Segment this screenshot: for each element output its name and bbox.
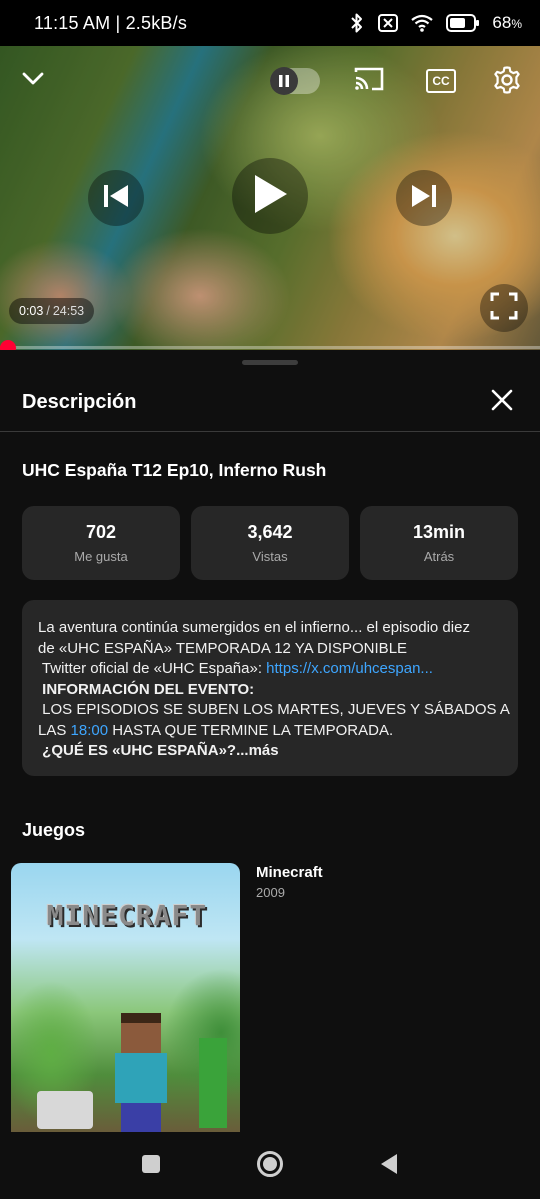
previous-button[interactable] xyxy=(88,170,144,226)
duration: 24:53 xyxy=(52,304,85,318)
wolf-figure xyxy=(37,1091,93,1129)
back-triangle-icon xyxy=(379,1153,399,1180)
play-button[interactable] xyxy=(232,158,308,234)
creeper-figure xyxy=(199,1038,227,1128)
game-year: 2009 xyxy=(256,885,285,900)
progress-bar[interactable] xyxy=(0,346,540,349)
next-icon xyxy=(411,184,437,213)
cast-icon xyxy=(353,66,385,97)
upload-age-value: 13min xyxy=(412,522,466,542)
steve-figure xyxy=(111,1013,171,1135)
bluetooth-icon xyxy=(348,12,366,34)
description-line: Twitter oficial de «UHC España»: https:/… xyxy=(38,660,433,677)
previous-icon xyxy=(103,184,129,213)
next-button[interactable] xyxy=(396,170,452,226)
games-heading: Juegos xyxy=(22,820,86,840)
description-box[interactable]: La aventura continúa sumergidos en el in… xyxy=(22,600,518,776)
time-link[interactable]: 18:00 xyxy=(71,722,109,739)
autoplay-toggle[interactable] xyxy=(270,67,320,95)
stats-row: 702 Me gusta 3,642 Vistas 13min Atrás xyxy=(22,506,518,580)
system-nav-bar xyxy=(0,1132,540,1199)
captions-button[interactable]: CC xyxy=(424,66,458,96)
back-button[interactable] xyxy=(373,1150,405,1182)
sheet-title: Descripción xyxy=(22,391,137,413)
views-value: 3,642 xyxy=(247,522,293,542)
chevron-down-icon xyxy=(22,72,44,91)
description-line: LAS 18:00 HASTA QUE TERMINE LA TEMPORADA… xyxy=(38,721,394,739)
description-sheet: Descripción UHC España T12 Ep10, Inferno… xyxy=(0,350,540,1135)
recents-square-icon xyxy=(141,1154,161,1179)
status-time: 11:15 AM | 2.5kB/s xyxy=(34,12,188,33)
playback-time: 0:03 / 24:53 xyxy=(9,298,95,324)
pause-icon xyxy=(270,67,298,95)
game-thumbnail[interactable]: MINECRAFT xyxy=(11,863,240,1135)
likes-stat: 702 Me gusta xyxy=(22,506,180,580)
settings-button[interactable] xyxy=(489,64,525,100)
likes-value: 702 xyxy=(85,522,117,542)
minecraft-logo: MINECRAFT xyxy=(46,898,208,932)
close-icon xyxy=(491,389,513,416)
views-stat: 3,642 Vistas xyxy=(191,506,349,580)
drag-handle[interactable] xyxy=(242,360,298,365)
views-label: Vistas xyxy=(252,549,288,564)
video-player[interactable]: CC 0:03 / 24:53 xyxy=(0,46,540,350)
scrubber-handle[interactable] xyxy=(0,340,16,350)
recents-button[interactable] xyxy=(135,1150,167,1182)
likes-label: Me gusta xyxy=(74,549,128,564)
status-icons: 68% xyxy=(348,12,522,34)
video-title: UHC España T12 Ep10, Inferno Rush xyxy=(22,460,327,480)
description-line: de «UHC ESPAÑA» TEMPORADA 12 YA DISPONIB… xyxy=(38,639,408,657)
description-line: ¿QUÉ ES «UHC ESPAÑA»?...más xyxy=(38,742,279,759)
battery-percent: 68% xyxy=(492,13,522,32)
wifi-icon xyxy=(410,13,434,33)
status-bar: 11:15 AM | 2.5kB/s 68% xyxy=(0,0,540,46)
more-link[interactable]: ...más xyxy=(236,742,279,759)
settings-icon xyxy=(492,65,522,100)
sheet-header: Descripción xyxy=(0,374,540,432)
minimize-button[interactable] xyxy=(16,64,50,98)
fullscreen-icon xyxy=(490,292,518,325)
captions-icon: CC xyxy=(426,69,456,93)
close-button[interactable] xyxy=(486,387,518,419)
no-sim-icon xyxy=(378,14,399,32)
game-name[interactable]: Minecraft xyxy=(256,864,323,881)
description-line: LOS EPISODIOS SE SUBEN LOS MARTES, JUEVE… xyxy=(38,701,510,718)
twitter-link[interactable]: https://x.com/uhcespan... xyxy=(266,660,433,677)
cast-button[interactable] xyxy=(350,64,388,98)
upload-age-label: Atrás xyxy=(423,549,455,564)
battery-icon xyxy=(446,14,480,32)
current-time: 0:03 xyxy=(19,304,44,318)
home-button[interactable] xyxy=(254,1150,286,1182)
home-circle-icon xyxy=(256,1150,284,1183)
description-line: La aventura continúa sumergidos en el in… xyxy=(38,619,470,636)
description-line: INFORMACIÓN DEL EVENTO: xyxy=(38,680,255,698)
upload-age-stat: 13min Atrás xyxy=(360,506,518,580)
play-icon xyxy=(251,173,289,220)
fullscreen-button[interactable] xyxy=(480,284,528,332)
